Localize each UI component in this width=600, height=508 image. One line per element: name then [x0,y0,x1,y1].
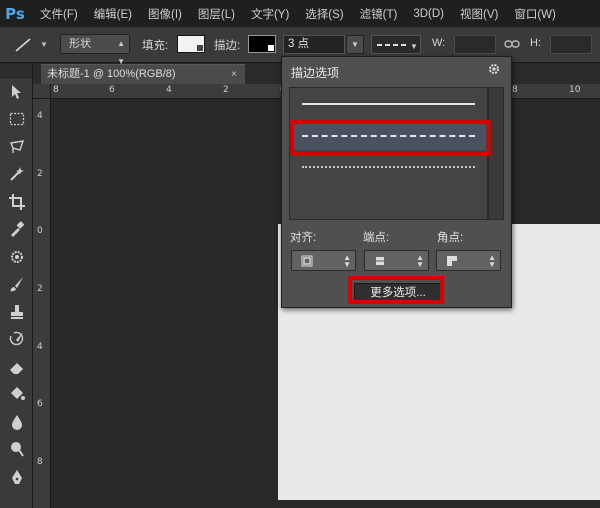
photoshop-window: Ps 文件(F) 编辑(E) 图像(I) 图层(L) 文字(Y) 选择(S) 滤… [0,0,600,508]
dashed-style-highlight [290,120,491,156]
height-input[interactable] [550,35,592,54]
stroke-style-solid[interactable] [291,90,486,118]
menu-bar: Ps 文件(F) 编辑(E) 图像(I) 图层(L) 文字(Y) 选择(S) 滤… [0,0,600,27]
history-brush-tool-icon[interactable] [0,326,33,354]
ruler-tick-label: 4 [37,342,43,352]
document-tab[interactable]: 未标题-1 @ 100%(RGB/8) × [41,64,245,84]
menu-edit[interactable]: 编辑(E) [94,6,132,22]
panel-grip[interactable] [0,64,32,78]
ruler-tick-label: 4 [166,85,172,95]
blur-tool-icon[interactable] [0,408,33,436]
corners-label: 角点: [437,232,464,244]
lasso-tool-icon[interactable] [0,133,33,161]
clone-stamp-tool-icon[interactable] [0,298,33,326]
stroke-width-input[interactable]: 3 点 [283,35,345,54]
tool-preset-dropdown-icon[interactable]: ▼ [40,40,48,49]
caps-label: 端点: [363,232,390,244]
align-select[interactable]: ▲ ▼ [291,250,356,271]
dropdown-corner-icon [268,45,274,51]
stroke-style-dotted[interactable] [291,152,486,180]
menu-3d[interactable]: 3D(D) [413,8,444,20]
width-input[interactable] [454,35,496,54]
gear-icon[interactable] [487,62,501,76]
align-label: 对齐: [290,232,317,244]
pen-tool-icon[interactable] [0,463,33,491]
ruler-tick-label: 8 [512,85,518,95]
ruler-tick-label: 2 [37,169,43,179]
healing-brush-tool-icon[interactable] [0,243,33,271]
ruler-tick-label: 6 [37,399,43,409]
fill-color-swatch[interactable] [177,35,205,53]
stroke-color-swatch[interactable] [248,35,276,53]
ruler-tick-label: 10 [569,85,581,95]
caps-select[interactable]: ▲ ▼ [364,250,429,271]
eyedropper-tool-icon[interactable] [0,216,33,244]
eraser-tool-icon[interactable] [0,353,33,381]
close-icon[interactable]: × [231,65,237,84]
line-tool-icon[interactable] [14,37,32,53]
photoshop-logo: Ps [5,4,25,23]
menu-window[interactable]: 窗口(W) [514,6,556,22]
paint-bucket-tool-icon[interactable] [0,381,33,409]
corners-select[interactable]: ▲ ▼ [436,250,501,271]
stroke-label: 描边: [214,40,241,52]
menu-type[interactable]: 文字(Y) [251,6,289,22]
height-label: H: [530,37,541,49]
stroke-type-select[interactable]: ▼ [371,35,421,54]
document-tab-title: 未标题-1 @ 100%(RGB/8) [47,68,176,80]
updown-arrows-icon: ▲ ▼ [343,253,351,269]
marquee-tool-icon[interactable] [0,106,33,134]
solid-line-preview [302,103,475,105]
move-tool-icon[interactable] [0,78,33,106]
dotted-line-preview [302,166,475,168]
fill-label: 填充: [142,40,169,52]
magic-wand-tool-icon[interactable] [0,161,33,189]
menu-layer[interactable]: 图层(L) [198,6,235,22]
ruler-tick-label: 0 [37,226,43,236]
stroke-options-panel: 描边选项 对齐: 端点: 角点: ▲ ▼ ▲ ▼ ▲ ▼ 更多选项... [281,56,512,308]
dodge-tool-icon[interactable] [0,436,33,464]
tools-panel [0,64,33,508]
menu-view[interactable]: 视图(V) [460,6,498,22]
width-label: W: [432,37,446,49]
link-icon[interactable] [504,36,520,52]
ruler-origin[interactable] [33,84,51,99]
tool-mode-value: 形状 [69,38,91,50]
menu-image[interactable]: 图像(I) [148,6,182,22]
more-options-highlight [348,276,444,304]
menu-file[interactable]: 文件(F) [40,6,78,22]
menu-select[interactable]: 选择(S) [305,6,343,22]
tool-mode-select[interactable]: 形状 ▲ ▼ [60,34,130,66]
ruler-tick-label: 8 [37,457,43,467]
stroke-width-dropdown-icon[interactable]: ▼ [346,35,364,54]
stroke-options-title: 描边选项 [291,66,340,80]
crop-tool-icon[interactable] [0,188,33,216]
ruler-tick-label: 2 [223,85,229,95]
menu-filter[interactable]: 滤镜(T) [360,6,398,22]
ruler-tick-label: 6 [109,85,115,95]
vertical-ruler[interactable]: 4 2 0 2 4 6 8 [33,99,51,508]
butt-cap-icon [374,257,386,265]
ruler-tick-label: 4 [37,111,43,121]
brush-tool-icon[interactable] [0,271,33,299]
miter-join-icon [447,256,457,266]
updown-arrows-icon: ▲ ▼ [488,253,496,269]
ruler-tick-label: 2 [37,284,43,294]
ruler-tick-label: 8 [53,85,59,95]
updown-arrows-icon: ▲ ▼ [416,253,424,269]
svg-text:▼: ▼ [410,42,418,51]
align-inside-icon [301,255,313,267]
dropdown-corner-icon [197,45,203,51]
